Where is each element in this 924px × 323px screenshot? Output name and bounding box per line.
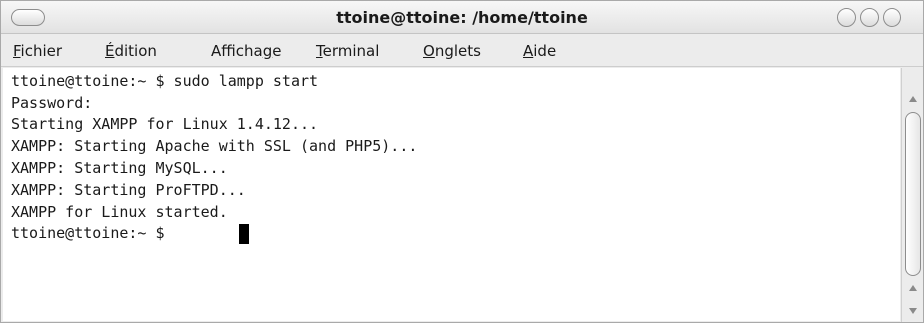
menu-bar: Fichier Édition Affichage Terminal Ongle… (1, 35, 923, 67)
terminal-line: ttoine@ttoine:~ $ sudo lampp start (11, 72, 319, 90)
menu-aide[interactable]: Aide (523, 35, 556, 67)
terminal-window: ttoine@ttoine: /home/ttoine Fichier Édit… (0, 0, 924, 323)
terminal-output[interactable]: ttoine@ttoine:~ $ sudo lampp start Passw… (3, 68, 900, 321)
menu-affichage-mnemonic: g (262, 42, 273, 60)
terminal-line: XAMPP: Starting ProFTPD... (11, 181, 246, 199)
text-cursor (239, 224, 249, 244)
terminal-line: XAMPP: Starting MySQL... (11, 159, 228, 177)
scrollbar-thumb[interactable] (905, 112, 921, 276)
terminal-line: XAMPP: Starting Apache with SSL (and PHP… (11, 137, 418, 155)
vertical-scrollbar[interactable] (901, 68, 923, 322)
window-title: ttoine@ttoine: /home/ttoine (336, 8, 588, 27)
menu-aide-label: ide (533, 42, 557, 60)
menu-terminal[interactable]: Terminal (316, 35, 379, 67)
close-button[interactable] (883, 8, 901, 27)
menu-fichier[interactable]: Fichier (13, 35, 62, 67)
menu-fichier-label: ichier (20, 42, 63, 60)
scroll-down-arrow-icon[interactable] (909, 308, 917, 314)
scroll-up-arrow-icon[interactable] (909, 285, 917, 291)
terminal-line: Password: (11, 94, 93, 112)
menu-affichage-prefix: Afficha (211, 42, 263, 60)
menu-edition[interactable]: Édition (105, 35, 157, 67)
terminal-prompt: ttoine@ttoine:~ $ (11, 224, 174, 242)
menu-onglets[interactable]: Onglets (423, 35, 481, 67)
menu-onglets-label: nglets (434, 42, 481, 60)
menu-fichier-mnemonic: F (13, 42, 21, 60)
maximize-button[interactable] (860, 8, 879, 27)
menu-terminal-label: erminal (322, 42, 380, 60)
menu-affichage-label: e (272, 42, 282, 60)
menu-onglets-mnemonic: O (423, 42, 435, 60)
minimize-button[interactable] (837, 8, 856, 27)
menu-aide-mnemonic: A (523, 42, 534, 60)
scroll-up-arrow-icon[interactable] (909, 96, 917, 102)
menu-terminal-mnemonic: T (316, 42, 323, 60)
title-bar[interactable]: ttoine@ttoine: /home/ttoine (1, 1, 923, 34)
terminal-line: Starting XAMPP for Linux 1.4.12... (11, 115, 319, 133)
menu-edition-label: dition (114, 42, 157, 60)
terminal-line: XAMPP for Linux started. (11, 203, 228, 221)
menu-affichage[interactable]: Affichage (211, 35, 281, 67)
